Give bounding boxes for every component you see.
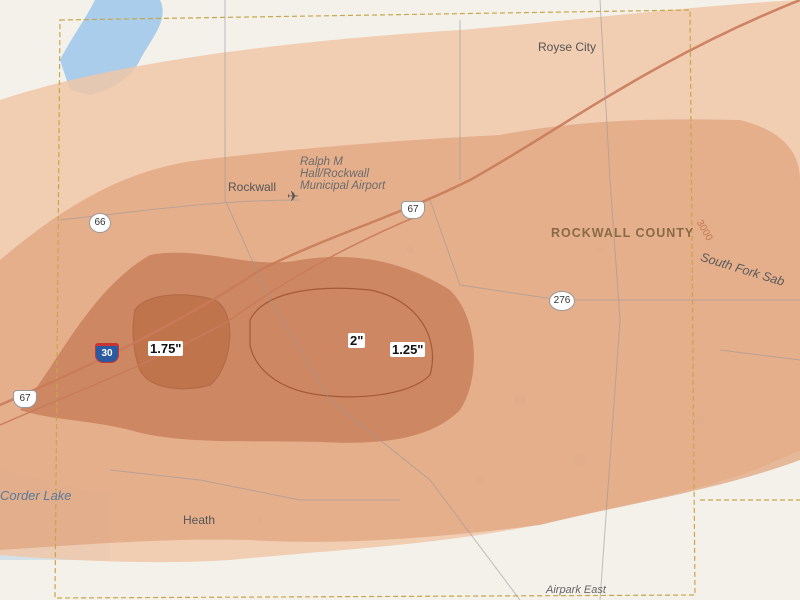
place-label-heath: Heath [183, 513, 216, 527]
state-highway-66-shield: 66 [89, 213, 111, 233]
place-label-rockwall: Rockwall [228, 180, 277, 194]
hail-size-label-2[interactable]: 2" [348, 333, 366, 348]
state-highway-276-shield: 276 [549, 291, 575, 311]
airport-label-line1: Ralph M [300, 156, 343, 168]
us-67-shield-west: 67 [13, 390, 37, 408]
airport-label-line2: Hall/Rockwall [300, 168, 370, 180]
us-67-shield: 67 [401, 201, 425, 219]
map-canvas [0, 0, 800, 600]
airport-label: Ralph M Hall/Rockwall Municipal Airport [300, 156, 385, 192]
hail-size-label-175[interactable]: 1.75" [148, 341, 184, 356]
place-label-royse-city: Royse City [538, 40, 597, 54]
place-label-airpark-east: Airpark East [546, 584, 606, 596]
county-label: ROCKWALL COUNTY [551, 226, 695, 240]
interstate-30-shield: 30 [95, 343, 119, 363]
hail-size-label-125[interactable]: 1.25" [390, 342, 426, 357]
airport-label-line3: Municipal Airport [300, 180, 386, 192]
airport-icon: ✈ [287, 188, 299, 204]
lake-label: Corder Lake [0, 488, 72, 503]
map-view[interactable]: Royse City Rockwall Heath Ralph M Hall/R… [0, 0, 800, 600]
